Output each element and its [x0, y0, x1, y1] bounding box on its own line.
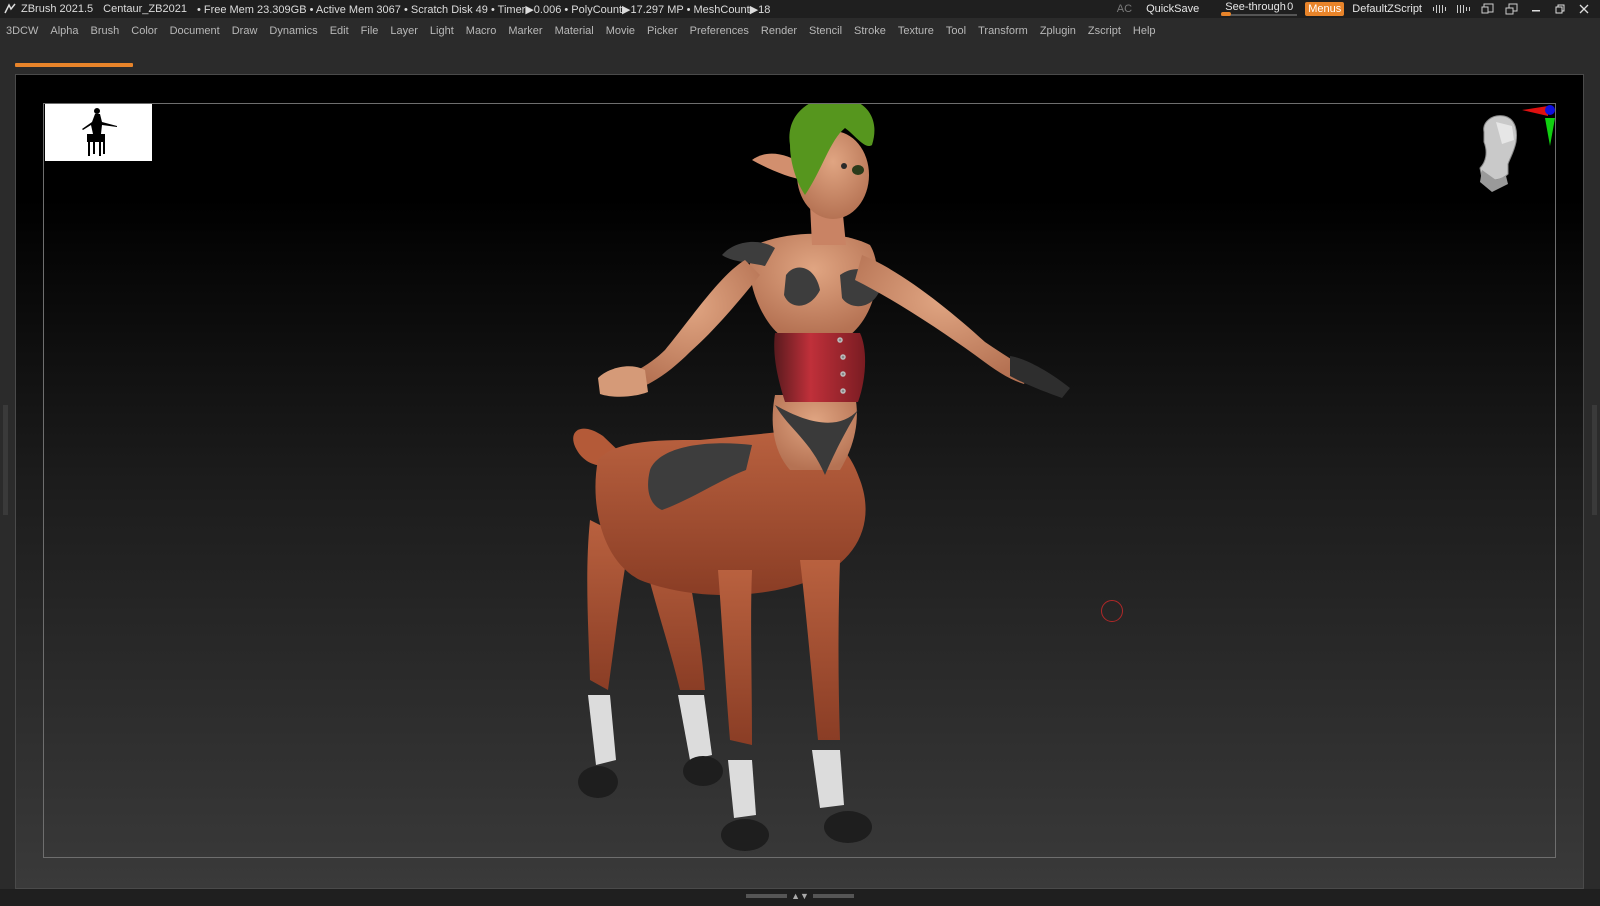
- see-through-value: 0: [1287, 1, 1294, 13]
- canvas-frame: [43, 103, 1556, 858]
- menus-toggle-button[interactable]: Menus: [1305, 2, 1345, 16]
- restore-icon[interactable]: [1552, 2, 1568, 16]
- menu-item-picker[interactable]: Picker: [637, 25, 684, 37]
- document-name: Centaur_ZB2021: [103, 3, 187, 15]
- memory-stats: • Free Mem 23.309GB • Active Mem 3067 • …: [196, 3, 771, 16]
- menu-item-draw[interactable]: Draw: [222, 25, 264, 37]
- interface-right-icon[interactable]: [1456, 2, 1472, 16]
- bottom-tray-handle[interactable]: ▲▼: [746, 891, 854, 901]
- menu-item-render[interactable]: Render: [751, 25, 803, 37]
- zbrush-logo-icon: [3, 2, 17, 16]
- see-through-label: See-through: [1225, 1, 1286, 13]
- ac-button[interactable]: AC: [1117, 3, 1132, 15]
- menu-item-marker[interactable]: Marker: [498, 25, 548, 37]
- quicksave-button[interactable]: QuickSave: [1146, 3, 1199, 15]
- menu-item-3dcw[interactable]: 3DCW: [0, 25, 44, 37]
- title-bar: ZBrush 2021.5 Centaur_ZB2021 • Free Mem …: [0, 0, 1600, 18]
- menu-item-zplugin[interactable]: Zplugin: [1030, 25, 1082, 37]
- menu-item-alpha[interactable]: Alpha: [40, 25, 84, 37]
- right-tray-handle[interactable]: [1592, 405, 1597, 515]
- see-through-slider[interactable]: See-through 0: [1221, 1, 1298, 17]
- minimize-icon[interactable]: [1528, 2, 1544, 16]
- title-bar-controls: AC QuickSave See-through 0 Menus Default…: [1117, 0, 1600, 18]
- menu-item-zscript[interactable]: Zscript: [1078, 25, 1127, 37]
- thumbnail-preview: [45, 104, 152, 161]
- menu-item-dynamics[interactable]: Dynamics: [259, 25, 323, 37]
- app-name: ZBrush 2021.5: [21, 3, 94, 15]
- interface-left-icon[interactable]: [1432, 2, 1448, 16]
- menu-item-stroke[interactable]: Stroke: [844, 25, 892, 37]
- see-through-track: [1221, 12, 1298, 16]
- ui-layout-icon[interactable]: [1504, 2, 1520, 16]
- menu-item-color[interactable]: Color: [121, 25, 163, 37]
- menu-item-preferences[interactable]: Preferences: [680, 25, 755, 37]
- navigation-gizmo[interactable]: [1462, 102, 1562, 212]
- menu-item-layer[interactable]: Layer: [380, 25, 424, 37]
- menu-item-brush[interactable]: Brush: [81, 25, 126, 37]
- left-tray-handle[interactable]: [3, 405, 8, 515]
- see-through-fill: [1221, 12, 1232, 16]
- menu-item-movie[interactable]: Movie: [596, 25, 641, 37]
- brush-circle-icon: [1101, 600, 1123, 622]
- menu-item-light[interactable]: Light: [420, 25, 460, 37]
- menu-item-file[interactable]: File: [351, 25, 385, 37]
- axis-gizmo-icon: [1522, 105, 1555, 146]
- centaur-silhouette-icon: [82, 108, 117, 156]
- head-gizmo-icon: [1479, 115, 1517, 192]
- menu-item-material[interactable]: Material: [545, 25, 600, 37]
- progress-indicator: [15, 63, 133, 67]
- menu-item-help[interactable]: Help: [1123, 25, 1162, 37]
- menu-bar: 3DCW Alpha Brush Color Document Draw Dynamics E…: [0, 22, 1162, 40]
- menu-item-stencil[interactable]: Stencil: [799, 25, 848, 37]
- menu-item-texture[interactable]: Texture: [888, 25, 940, 37]
- menu-item-transform[interactable]: Transform: [968, 25, 1034, 37]
- default-zscript-button[interactable]: DefaultZScript: [1352, 3, 1422, 15]
- menu-item-macro[interactable]: Macro: [456, 25, 503, 37]
- menu-item-document[interactable]: Document: [160, 25, 226, 37]
- menu-item-edit[interactable]: Edit: [320, 25, 355, 37]
- expand-arrows-icon: ▲▼: [791, 891, 809, 901]
- layout-icon[interactable]: [1480, 2, 1496, 16]
- close-icon[interactable]: [1576, 2, 1592, 16]
- menu-item-tool[interactable]: Tool: [936, 25, 972, 37]
